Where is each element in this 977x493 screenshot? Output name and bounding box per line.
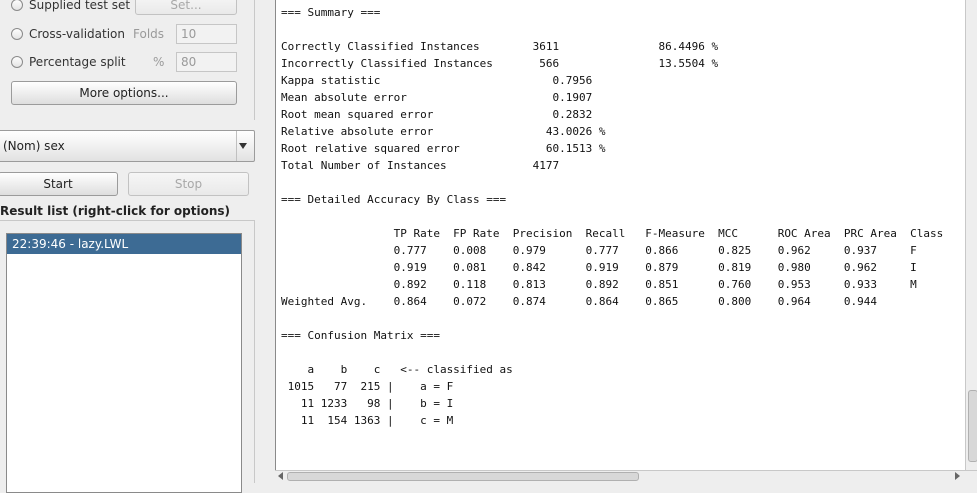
result-list-label: Result list (right-click for options) — [0, 204, 231, 218]
classifier-output-text: === Summary === Correctly Classified Ins… — [281, 6, 944, 427]
left-panel: Supplied test set Set... Cross-validatio… — [0, 0, 262, 493]
start-button[interactable]: Start — [0, 172, 118, 196]
classifier-output[interactable]: === Summary === Correctly Classified Ins… — [275, 0, 966, 470]
class-attribute-select[interactable]: (Nom) sex — [0, 130, 255, 162]
chevron-down-icon[interactable] — [236, 131, 251, 161]
class-attribute-value: (Nom) sex — [3, 139, 65, 153]
split-pane-divider[interactable] — [262, 0, 275, 480]
result-list-item[interactable]: 22:39:46 - lazy.LWL — [7, 234, 241, 254]
scroll-left-icon[interactable] — [278, 472, 283, 480]
scroll-right-icon[interactable] — [955, 472, 960, 480]
vertical-scrollbar[interactable] — [965, 0, 977, 470]
stop-button[interactable]: Stop — [128, 172, 249, 196]
vertical-scroll-thumb[interactable] — [968, 390, 977, 462]
test-options-frame — [0, 0, 255, 120]
horizontal-scrollbar[interactable] — [275, 470, 977, 481]
result-list[interactable]: 22:39:46 - lazy.LWL — [6, 233, 242, 493]
